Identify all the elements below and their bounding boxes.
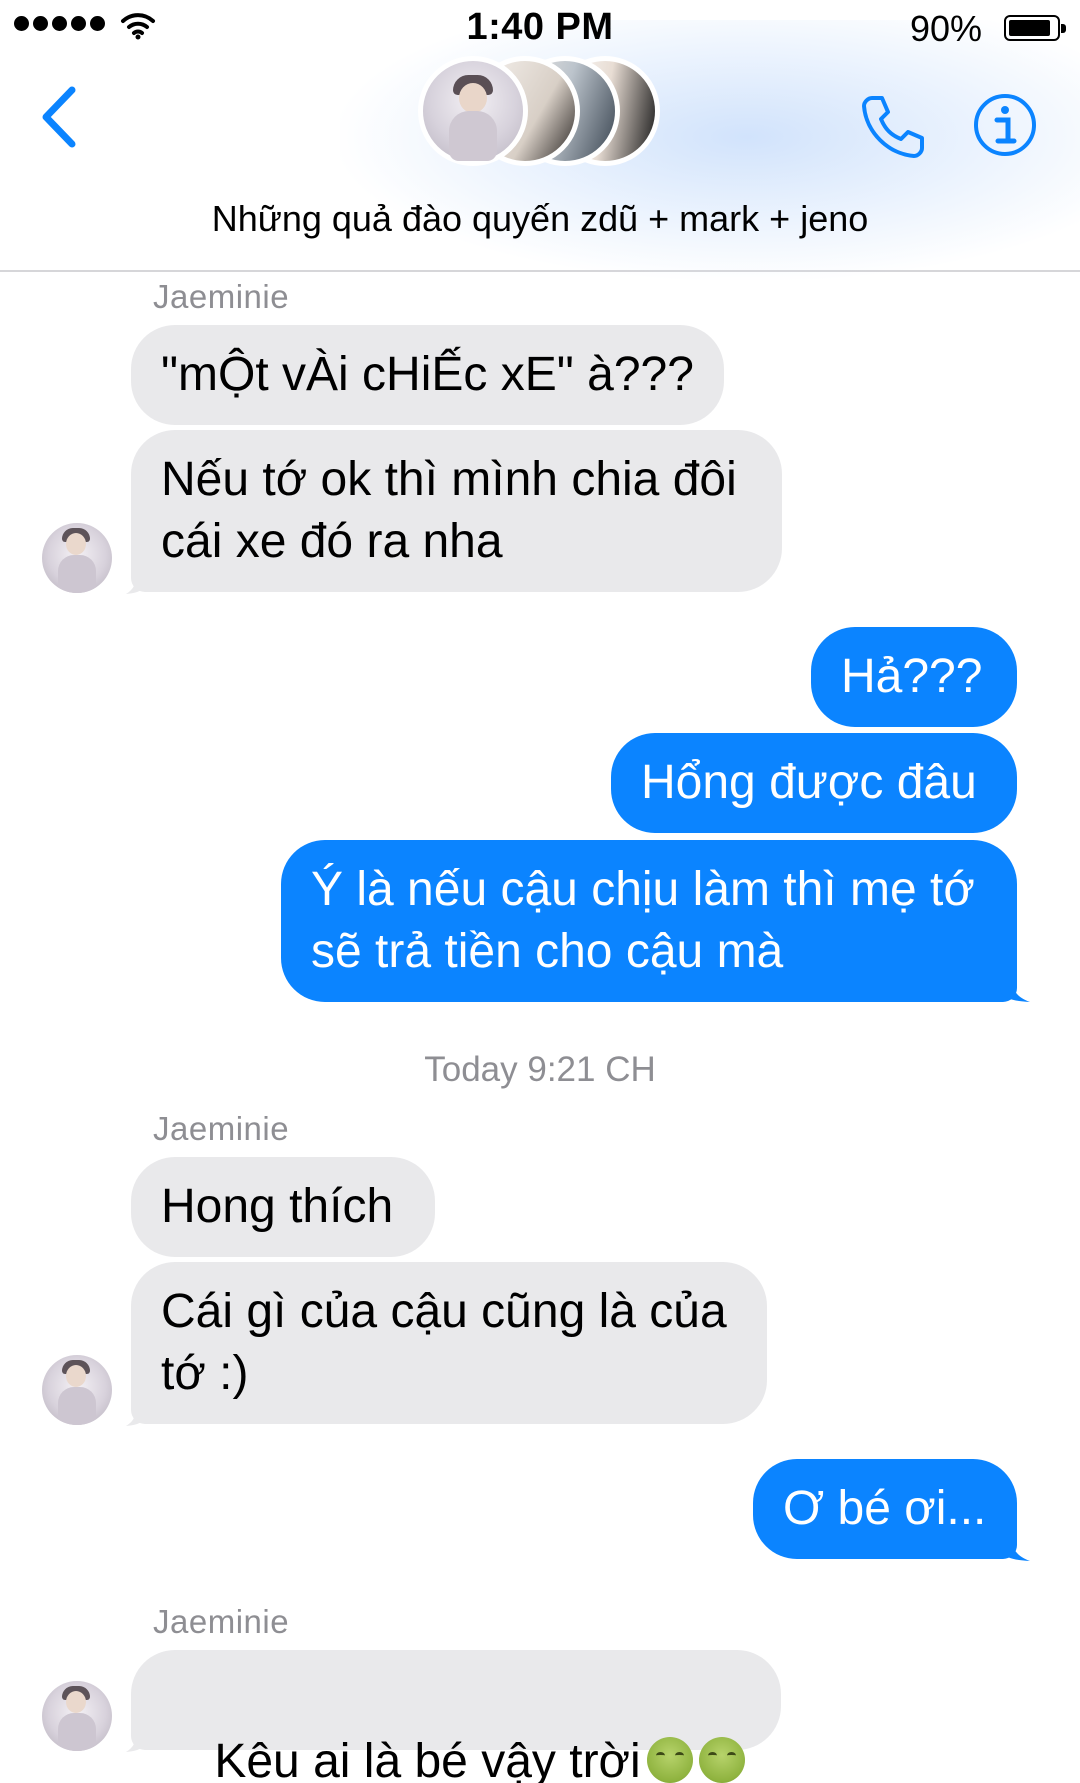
avatar[interactable] (42, 1355, 112, 1425)
message-outgoing[interactable]: Ý là nếu cậu chịu làm thì mẹ tớ sẽ trả t… (281, 840, 1017, 1002)
bubble-tail (1000, 1521, 1030, 1561)
avatar (418, 56, 528, 166)
message-incoming[interactable]: "mỘt vÀi cHiẾc xE" à??? (131, 325, 724, 425)
bubble-tail (126, 1712, 148, 1752)
group-name[interactable]: Những quả đào quyến zdũ + mark + jeno (0, 198, 1080, 240)
battery-fill (1009, 20, 1051, 36)
battery-percent: 90% (909, 8, 982, 49)
timestamp: Today 9:21 CH (424, 1050, 656, 1089)
nauseated-face-icon (646, 1737, 693, 1783)
sender-name: Jaeminie (153, 1603, 290, 1640)
info-icon[interactable] (972, 92, 1038, 158)
battery-icon (1004, 15, 1066, 41)
message-incoming[interactable]: Hong thích (131, 1157, 435, 1257)
message-outgoing[interactable]: Hả??? (811, 627, 1017, 727)
message-outgoing[interactable]: Hổng được đâu (611, 733, 1017, 833)
chevron-left-icon[interactable] (34, 82, 84, 152)
messages-screen: 1:40 PM 90% Những quả đào quyến zdũ + ma… (0, 0, 1080, 1783)
sender-name: Jaeminie (153, 1110, 290, 1147)
avatar[interactable] (42, 1681, 112, 1751)
bubble-tail (126, 554, 148, 594)
bubble-tail (1000, 962, 1030, 1002)
message-incoming[interactable]: Nếu tớ ok thì mình chia đôi cái xe đó ra… (131, 430, 782, 592)
sender-name: Jaeminie (153, 278, 290, 315)
message-incoming[interactable]: Cái gì của cậu cũng là của tớ :) (131, 1262, 767, 1424)
nauseated-face-icon (698, 1737, 745, 1783)
conversation-header: 1:40 PM 90% Những quả đào quyến zdũ + ma… (0, 0, 1080, 280)
bubble-tail (126, 1386, 148, 1426)
group-avatars[interactable] (418, 56, 678, 176)
message-text: Kêu ai là bé vậy trời (214, 1735, 641, 1783)
message-outgoing[interactable]: Ơ bé ơi... (753, 1459, 1017, 1559)
phone-icon[interactable] (858, 92, 928, 162)
message-incoming[interactable]: Kêu ai là bé vậy trời (131, 1650, 781, 1783)
status-bar: 1:40 PM 90% (0, 0, 1080, 56)
avatar[interactable] (42, 523, 112, 593)
